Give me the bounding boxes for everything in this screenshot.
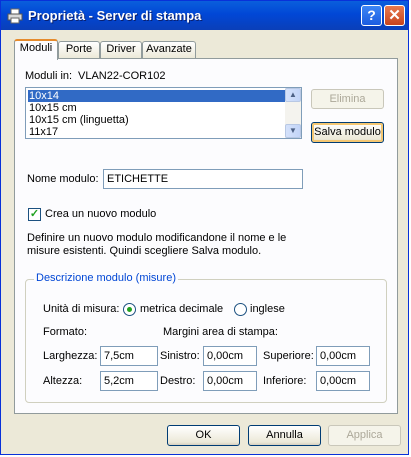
create-new-label: Crea un nuovo modulo xyxy=(45,208,157,220)
margins-label: Margini area di stampa: xyxy=(163,326,278,338)
forms-list[interactable]: 10x14 10x15 cm 10x15 cm (linguetta) 11x1… xyxy=(25,87,302,139)
right-margin-input[interactable]: 0,00cm xyxy=(203,371,257,391)
top-margin-label: Superiore: xyxy=(263,350,314,362)
bottom-margin-label: Inferiore: xyxy=(263,375,307,387)
help-button[interactable]: ? xyxy=(361,5,382,26)
tab-panel-moduli: Moduli in: VLAN22-COR102 10x14 10x15 cm … xyxy=(14,58,398,414)
top-margin-input[interactable]: 0,00cm xyxy=(316,346,370,366)
left-margin-input[interactable]: 0,00cm xyxy=(203,346,257,366)
help-text-line: Definire un nuovo modulo modificandone i… xyxy=(27,232,287,244)
imperial-label: inglese xyxy=(250,303,285,315)
height-label: Altezza: xyxy=(43,375,83,387)
tab-porte[interactable]: Porte xyxy=(58,41,100,58)
format-label: Formato: xyxy=(43,326,88,338)
form-name-label: Nome modulo: xyxy=(27,173,99,185)
ok-button[interactable]: OK xyxy=(167,425,240,446)
server-name: VLAN22-COR102 xyxy=(78,70,166,82)
tab-avanzate[interactable]: Avanzate xyxy=(142,41,196,58)
tab-moduli[interactable]: Moduli xyxy=(14,39,58,60)
help-text-line: misure esistenti. Quindi scegliere Salva… xyxy=(27,245,262,257)
left-margin-label: Sinistro: xyxy=(160,350,200,362)
radio-selected-icon xyxy=(127,307,132,312)
scroll-down-icon[interactable]: ▼ xyxy=(285,124,301,138)
units-label: Unità di misura: xyxy=(43,303,120,315)
delete-button[interactable]: Elimina xyxy=(311,89,384,109)
height-input[interactable]: 5,2cm xyxy=(100,371,158,391)
group-title: Descrizione modulo (misure) xyxy=(34,272,178,284)
form-name-input[interactable]: ETICHETTE xyxy=(103,169,303,189)
moduli-in-label: Moduli in: xyxy=(25,70,73,82)
print-server-properties-window: Proprietà - Server di stampa ? ✕ Moduli … xyxy=(0,0,409,455)
bottom-margin-input[interactable]: 0,00cm xyxy=(316,371,370,391)
list-item[interactable]: 10x14 xyxy=(28,90,285,102)
printer-icon xyxy=(7,8,23,24)
window-title: Proprietà - Server di stampa xyxy=(28,8,202,23)
list-item[interactable]: 11x17 xyxy=(28,126,285,138)
list-item[interactable]: 10x15 cm (linguetta) xyxy=(28,114,285,126)
form-description-group: Descrizione modulo (misure) Unità di mis… xyxy=(25,272,387,403)
list-scrollbar[interactable]: ▲ ▼ xyxy=(285,88,301,138)
save-form-button[interactable]: Salva modulo xyxy=(311,122,384,143)
tab-driver[interactable]: Driver xyxy=(100,41,142,58)
width-label: Larghezza: xyxy=(43,350,98,362)
metric-label: metrica decimale xyxy=(140,303,224,315)
right-margin-label: Destro: xyxy=(160,375,196,387)
apply-button[interactable]: Applica xyxy=(328,425,401,446)
imperial-radio[interactable] xyxy=(234,303,247,316)
width-input[interactable]: 7,5cm xyxy=(100,346,158,366)
create-new-checkbox[interactable]: ✓ xyxy=(28,208,41,221)
cancel-button[interactable]: Annulla xyxy=(248,425,321,446)
scroll-up-icon[interactable]: ▲ xyxy=(285,88,301,102)
close-button[interactable]: ✕ xyxy=(384,5,405,26)
title-bar[interactable]: Proprietà - Server di stampa ? ✕ xyxy=(1,1,408,30)
list-item[interactable]: 10x15 cm xyxy=(28,102,285,114)
metric-radio[interactable] xyxy=(123,303,136,316)
